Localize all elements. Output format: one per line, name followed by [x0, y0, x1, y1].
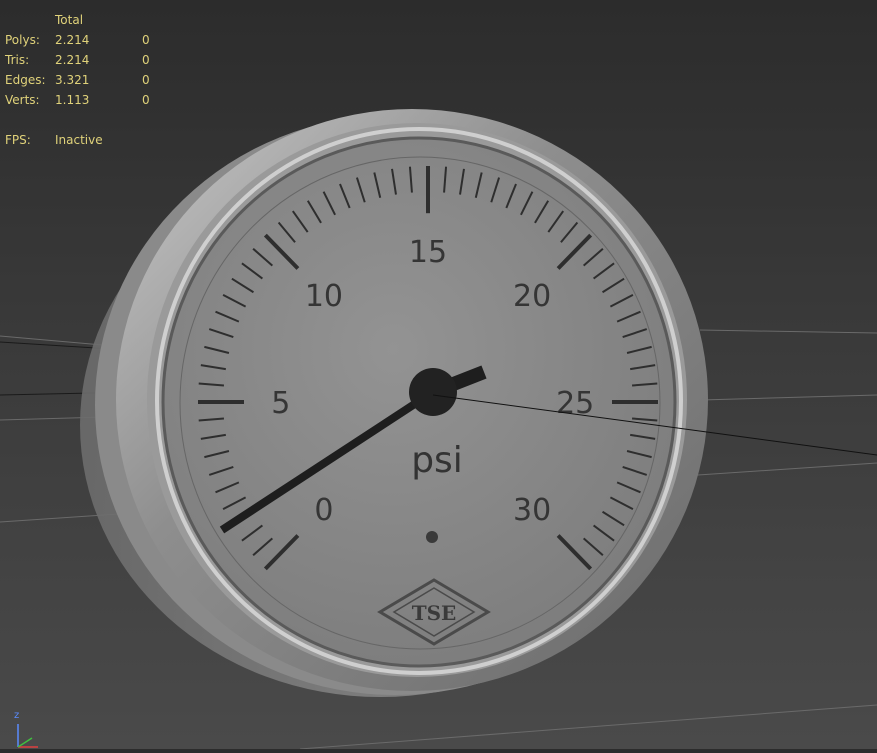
gauge-scale-label: 15 — [409, 235, 447, 270]
stats-total: 2.214 — [55, 53, 90, 67]
gauge-scale-label: 30 — [513, 493, 551, 528]
stats-total: 3.321 — [55, 73, 90, 87]
fps-value: Inactive — [55, 133, 103, 147]
stats-total: 1.113 — [55, 93, 90, 107]
stats-selected: 0 — [142, 93, 150, 107]
stats-selected: 0 — [142, 73, 150, 87]
stats-label: Polys: — [5, 33, 40, 47]
needle-hub — [409, 368, 457, 416]
gauge-scale-label: 0 — [314, 493, 333, 528]
gauge-scene: 051015202530 psi TSE — [0, 109, 877, 750]
axis-z-label: z — [14, 710, 20, 721]
gauge-scale-label: 10 — [305, 279, 343, 314]
gauge-scale-label: 20 — [513, 279, 551, 314]
brand-logo-text: TSE — [412, 601, 457, 625]
stats-label: Verts: — [5, 93, 40, 107]
stats-label: Tris: — [5, 53, 30, 67]
stats-selected: 0 — [142, 33, 150, 47]
stats-total: 2.214 — [55, 33, 90, 47]
axis-gizmo[interactable]: z — [8, 710, 48, 749]
stats-header: Total — [55, 13, 84, 27]
stats-label: Edges: — [5, 73, 46, 87]
stats-selected: 0 — [142, 53, 150, 67]
gauge-unit-label: psi — [411, 440, 463, 481]
viewport[interactable]: 0 5 10 15 20 25 30 psi TSE Total Polys: 2.214 … — [0, 0, 877, 750]
fps-label: FPS: — [5, 133, 31, 147]
gauge-pin-hole — [426, 531, 438, 543]
gauge-scale-label: 5 — [271, 386, 290, 421]
